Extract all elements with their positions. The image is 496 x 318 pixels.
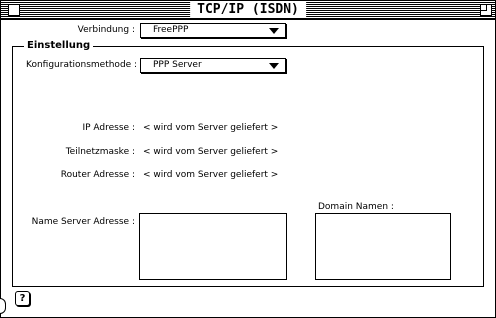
config-method-label: Konfigurationsmethode : <box>26 60 138 70</box>
window-title: TCP/IP (ISDN) <box>190 2 306 18</box>
zoom-box-icon[interactable] <box>480 4 492 16</box>
connection-label: Verbindung : <box>77 25 135 35</box>
subnet-mask-label: Teilnetzmaske : <box>65 147 135 157</box>
close-box-icon[interactable] <box>8 4 20 16</box>
name-server-field[interactable] <box>139 213 287 280</box>
domain-names-label: Domain Namen : <box>318 202 394 212</box>
connection-value: FreePPP <box>153 25 189 35</box>
chevron-down-icon <box>269 63 279 69</box>
router-address-value: < wird vom Server geliefert > <box>143 170 279 180</box>
chevron-down-icon <box>269 28 279 34</box>
ip-address-label: IP Adresse : <box>82 123 135 133</box>
domain-names-field[interactable] <box>315 213 451 280</box>
settings-group-title: Einstellung <box>24 40 94 52</box>
ip-address-value: < wird vom Server geliefert > <box>143 123 279 133</box>
router-address-label: Router Adresse : <box>60 170 135 180</box>
subnet-mask-value: < wird vom Server geliefert > <box>143 147 279 157</box>
title-bar[interactable]: TCP/IP (ISDN) <box>1 1 495 20</box>
config-method-value: PPP Server <box>153 60 202 70</box>
name-server-label: Name Server Adresse : <box>31 217 135 227</box>
help-icon[interactable]: ? <box>15 291 30 306</box>
config-method-popup[interactable]: PPP Server <box>140 58 286 73</box>
connection-popup[interactable]: FreePPP <box>140 23 286 38</box>
